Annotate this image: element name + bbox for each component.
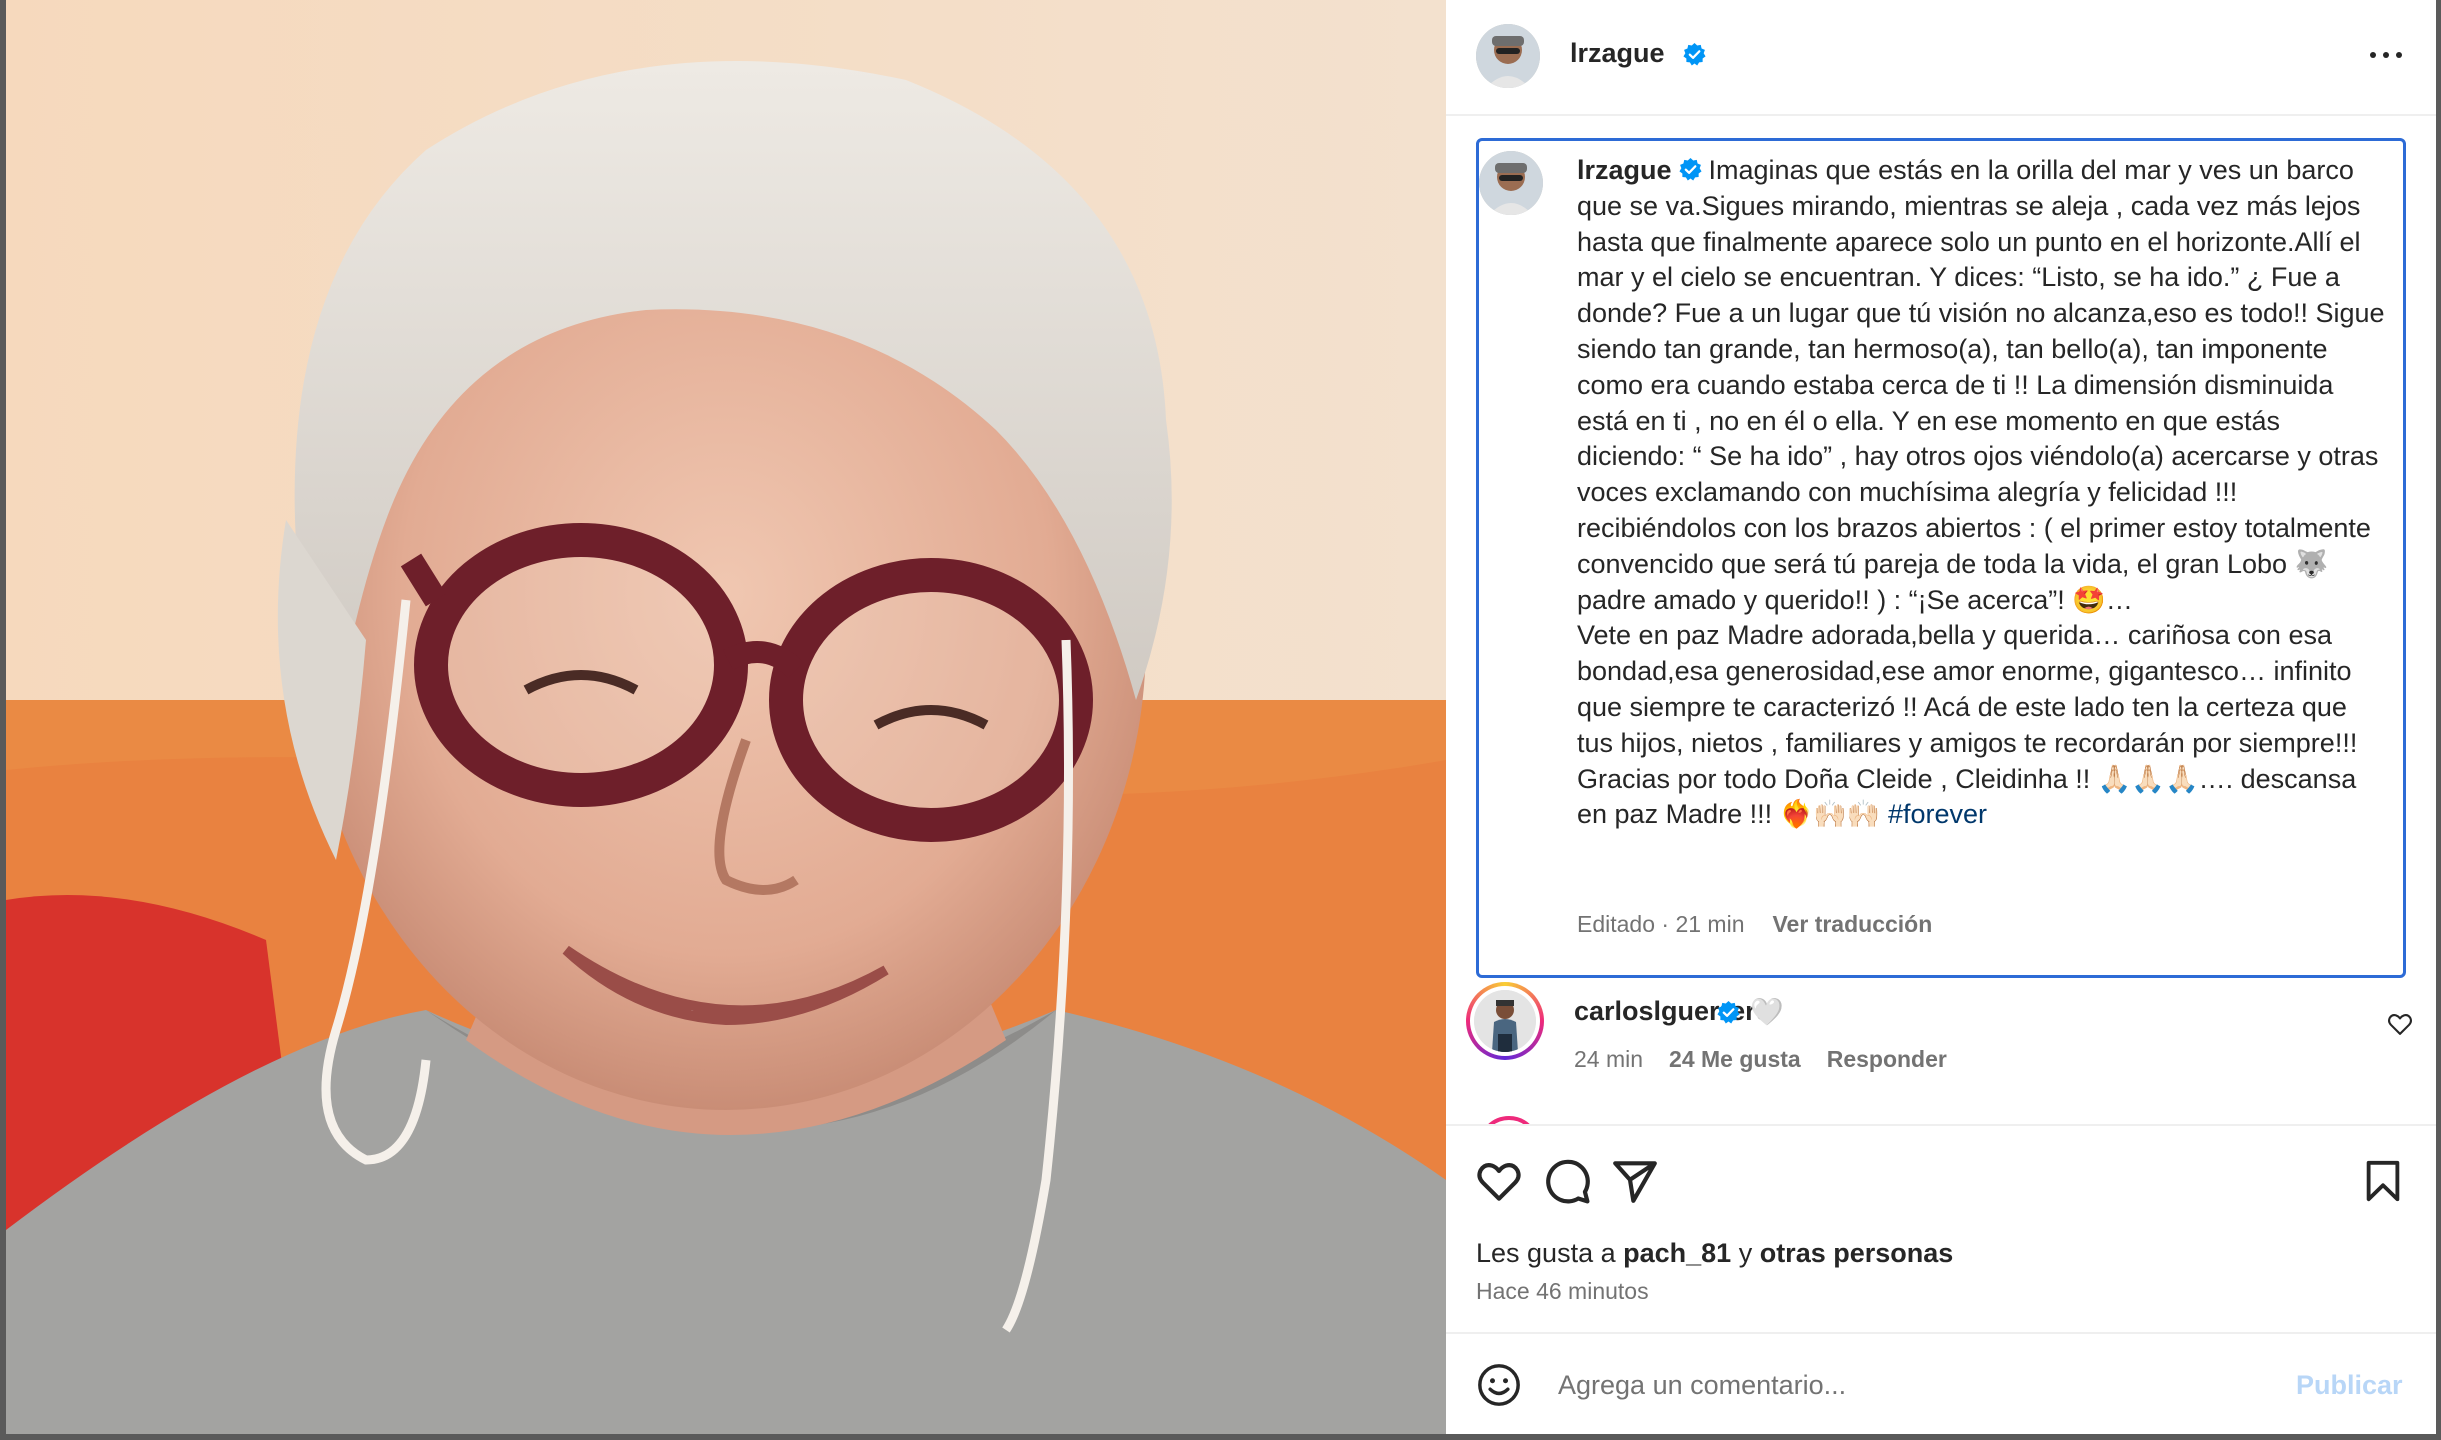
post-side-panel: lrzague lrzague Imaginas que estás en la… xyxy=(1446,0,2436,1434)
portrait-illustration xyxy=(6,0,1446,1434)
hashtag-link[interactable]: #forever xyxy=(1888,799,1987,829)
avatar-image xyxy=(1476,24,1540,88)
edited-timestamp: Editado · 21 min xyxy=(1577,911,1745,937)
caption-body: Imaginas que estás en la orilla del mar … xyxy=(1577,155,2385,830)
comment-item: carloslguerrero 🤍 24 min 24 Me gusta Respo… xyxy=(1466,982,2416,1092)
post-timestamp: Hace 46 minutos xyxy=(1476,1278,1649,1304)
comment-icon[interactable] xyxy=(1542,1156,1592,1206)
reply-button[interactable]: Responder xyxy=(1827,1046,1947,1072)
see-translation-link[interactable]: Ver traducción xyxy=(1772,911,1932,937)
comment-heart-icon[interactable] xyxy=(2386,1010,2414,1038)
likes-prefix: Les gusta a xyxy=(1476,1238,1624,1268)
commenter-username[interactable]: carloslguerrero xyxy=(1574,996,1772,1027)
send-icon[interactable] xyxy=(1610,1156,1660,1206)
author-avatar[interactable] xyxy=(1476,24,1540,88)
comment-time: 24 min xyxy=(1574,1046,1644,1072)
comment-input[interactable] xyxy=(1556,1360,2196,1410)
instagram-post-window: lrzague lrzague Imaginas que estás en la… xyxy=(0,0,2441,1440)
heart-icon[interactable] xyxy=(1474,1156,1524,1206)
comment-likes[interactable]: 24 Me gusta xyxy=(1669,1046,1801,1072)
avatar-image xyxy=(1474,990,1536,1052)
post-header: lrzague xyxy=(1446,0,2436,116)
story-ring[interactable] xyxy=(1466,982,1544,1060)
likes-connector: y xyxy=(1731,1238,1760,1268)
caption-block: lrzague Imaginas que estás en la orilla d… xyxy=(1476,138,2406,978)
post-actions: Les gusta a pach_81 y otras personas Hac… xyxy=(1446,1124,2436,1334)
caption-text: lrzague Imaginas que estás en la orilla d… xyxy=(1577,153,2387,833)
comment-meta: 24 min 24 Me gusta Responder xyxy=(1574,1046,1947,1073)
bookmark-icon[interactable] xyxy=(2360,1156,2406,1206)
liked-by-user[interactable]: pach_81 xyxy=(1623,1238,1731,1268)
commenter-avatar xyxy=(1474,990,1536,1052)
liked-by-others[interactable]: otras personas xyxy=(1760,1238,1954,1268)
likes-summary[interactable]: Les gusta a pach_81 y otras personas xyxy=(1476,1238,1953,1269)
verified-badge-icon xyxy=(1683,43,1706,66)
more-options-icon[interactable] xyxy=(2366,40,2406,70)
avatar-image xyxy=(1479,151,1543,215)
author-username[interactable]: lrzague xyxy=(1570,38,1665,69)
window-edge-left xyxy=(0,0,6,1440)
verified-badge-icon xyxy=(1678,158,1702,181)
window-edge-right xyxy=(2436,0,2441,1440)
post-comment-button[interactable]: Publicar xyxy=(2296,1370,2403,1401)
verified-badge-icon xyxy=(1717,1001,1740,1024)
window-edge-bottom xyxy=(0,1434,2441,1440)
emoji-icon[interactable] xyxy=(1476,1362,1522,1408)
post-photo[interactable] xyxy=(6,0,1446,1434)
caption-author-avatar[interactable] xyxy=(1479,151,1543,215)
caption-author-username[interactable]: lrzague xyxy=(1577,155,1672,185)
comment-text: 🤍 xyxy=(1750,997,1784,1027)
caption-meta: Editado · 21 min Ver traducción xyxy=(1577,911,1932,938)
add-comment-bar: Publicar xyxy=(1446,1332,2436,1434)
